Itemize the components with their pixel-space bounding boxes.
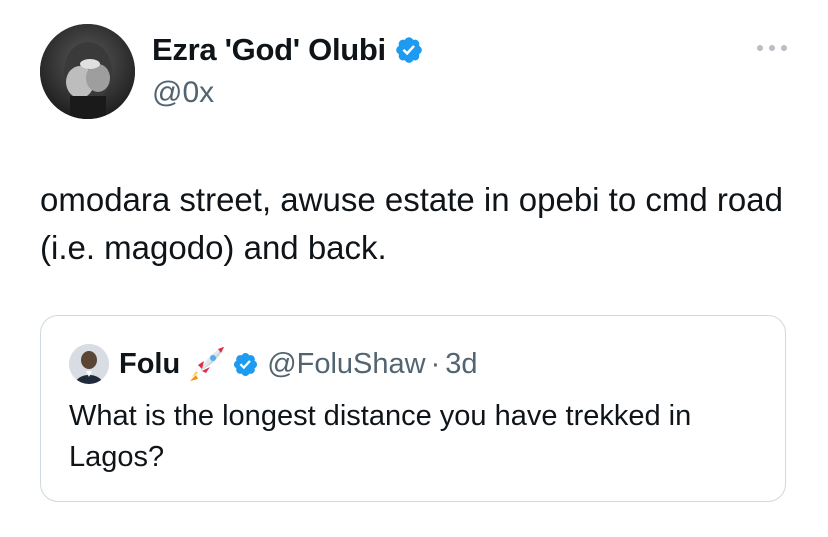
quote-author-name[interactable]: Folu (119, 348, 180, 381)
verified-badge-icon[interactable] (394, 35, 424, 65)
quote-text: What is the longest distance you have tr… (69, 400, 692, 473)
tweet-text: omodara street, awuse estate in opebi to… (40, 181, 783, 266)
avatar-photo-icon (40, 24, 135, 119)
rocket-emoji-icon (186, 343, 228, 385)
author-handle[interactable]: @0x (152, 76, 214, 110)
more-dots-icon (757, 45, 787, 51)
author-avatar[interactable] (40, 24, 135, 119)
author-name-row: Ezra 'God' Olubi (152, 32, 424, 68)
author-name[interactable]: Ezra 'God' Olubi (152, 32, 386, 68)
quote-timestamp[interactable]: 3d (445, 348, 477, 381)
more-options-button[interactable] (752, 36, 792, 60)
quote-author-avatar[interactable] (69, 344, 109, 384)
quote-author-handle[interactable]: @FoluShaw (267, 348, 425, 381)
quoted-tweet-card[interactable]: Folu @FoluShaw · 3d What is the longest … (40, 315, 786, 502)
avatar-photo-icon (69, 344, 109, 384)
quote-header: Folu @FoluShaw · 3d (119, 343, 478, 385)
verified-badge-icon[interactable] (232, 351, 259, 378)
separator-dot: · (430, 347, 441, 380)
